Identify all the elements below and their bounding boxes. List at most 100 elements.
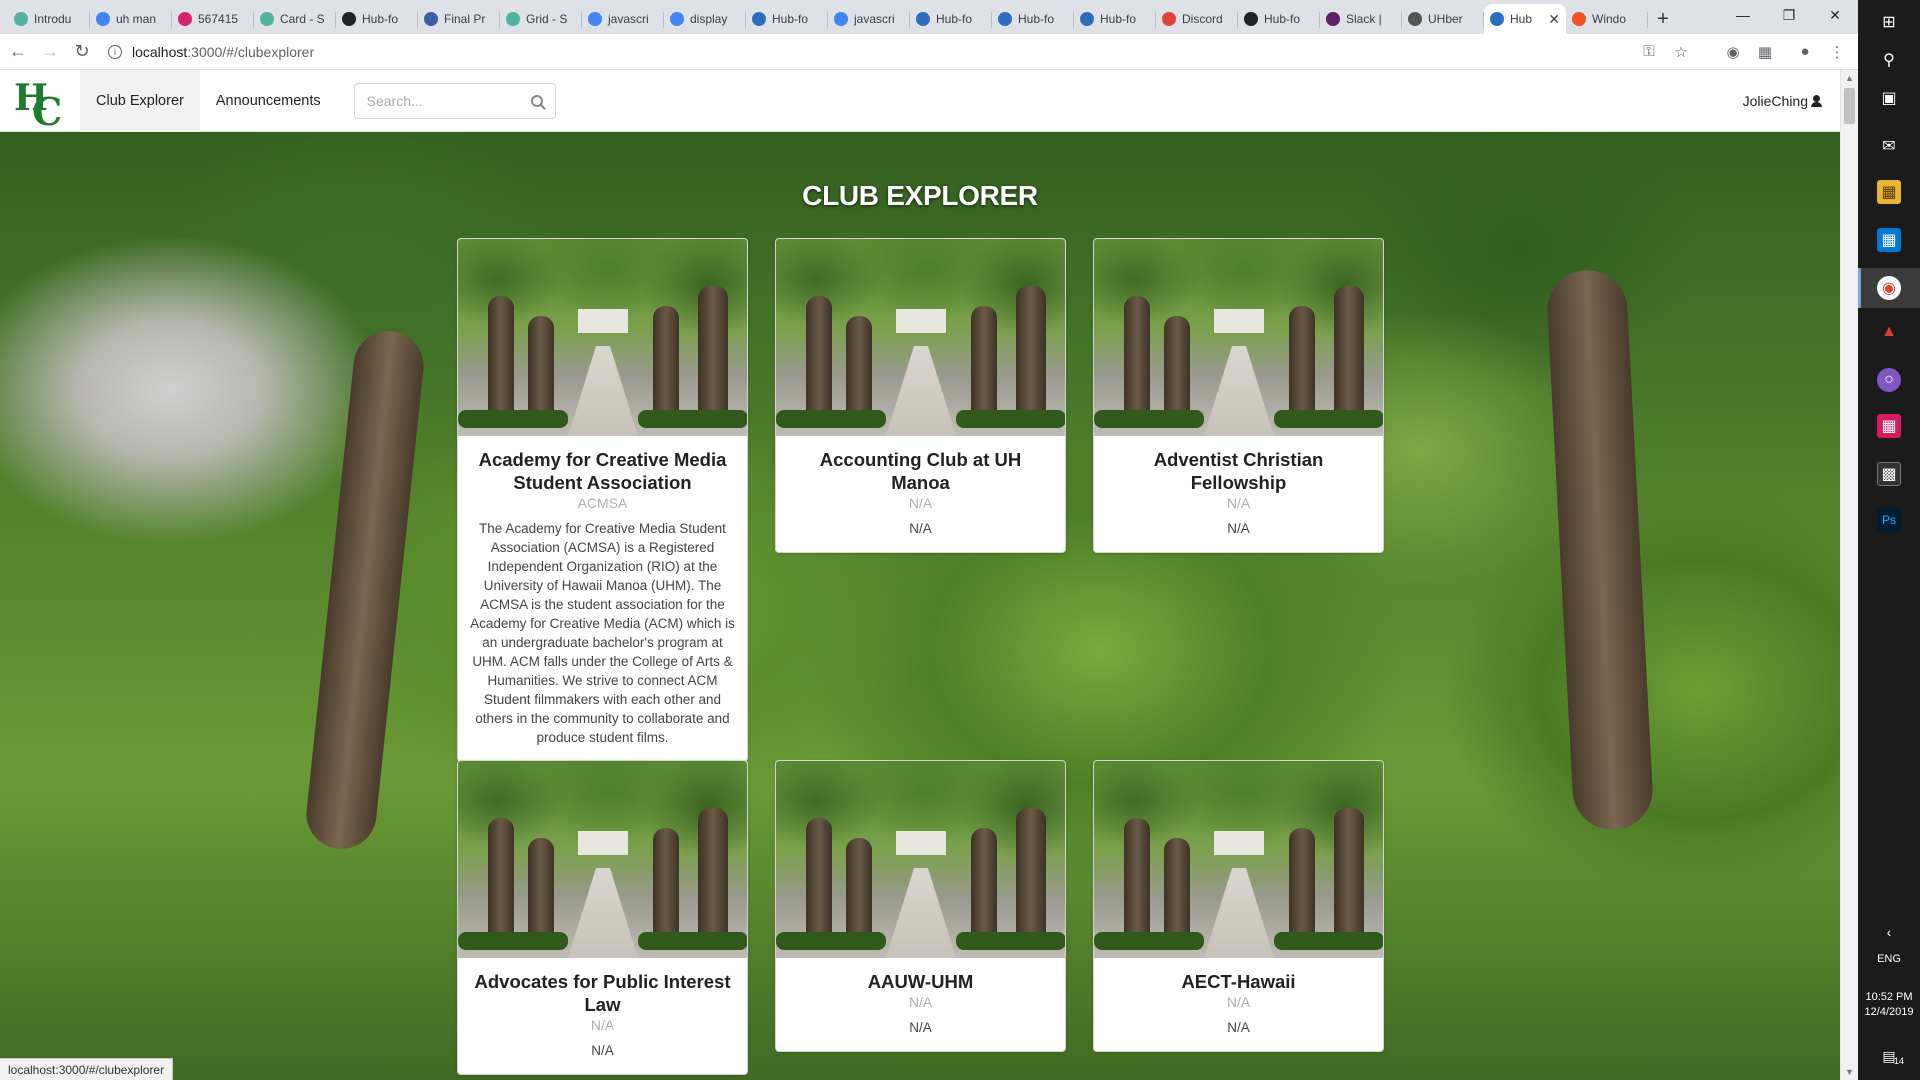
clock-time[interactable]: 10:52 PM: [1858, 990, 1920, 1005]
logo[interactable]: H C: [0, 70, 80, 134]
mail-icon[interactable]: ✉: [1877, 134, 1901, 158]
app-icon[interactable]: ○: [1877, 368, 1901, 392]
nav-announcements[interactable]: Announcements: [200, 70, 337, 132]
image-building: [896, 831, 946, 855]
browser-tab[interactable]: Hub-fo: [992, 4, 1074, 34]
site-info-icon[interactable]: i: [108, 44, 122, 59]
club-name[interactable]: Academy for Creative Media Student Assoc…: [470, 448, 735, 494]
club-card[interactable]: AECT-Hawaii N/A N/A: [1093, 760, 1384, 1052]
tab-label: Hub: [1510, 12, 1533, 26]
maximize-button[interactable]: ❐: [1766, 0, 1812, 30]
browser-tab[interactable]: Windo: [1566, 4, 1648, 34]
windows-start-icon[interactable]: ⊞: [1877, 10, 1901, 34]
minimize-button[interactable]: —: [1720, 0, 1766, 30]
reload-icon[interactable]: ↻: [68, 38, 96, 66]
browser-tab[interactable]: Introdu: [8, 4, 90, 34]
image-hedge: [776, 410, 886, 428]
page-scrollbar[interactable]: ▲ ▼: [1840, 70, 1858, 1080]
search-icon[interactable]: ⚲: [1877, 48, 1901, 72]
club-name[interactable]: Accounting Club at UH Manoa: [788, 448, 1053, 494]
scroll-thumb[interactable]: [1844, 88, 1855, 124]
browser-tab[interactable]: display: [664, 4, 746, 34]
new-tab-button[interactable]: +: [1648, 4, 1678, 34]
browser-tab[interactable]: javascri: [828, 4, 910, 34]
club-acronym: N/A: [590, 1017, 615, 1033]
image-tree: [1289, 306, 1315, 416]
app-icon[interactable]: ▲: [1877, 320, 1901, 344]
browser-tab[interactable]: Card - S: [254, 4, 336, 34]
tab-favicon-icon: [1408, 12, 1422, 26]
search-input[interactable]: Search...: [353, 82, 556, 119]
search-icon[interactable]: [530, 94, 543, 107]
back-icon[interactable]: ←: [4, 38, 32, 66]
photoshop-icon[interactable]: Ps: [1877, 508, 1901, 532]
browser-tab[interactable]: Hub-fo: [910, 4, 992, 34]
club-card[interactable]: Adventist Christian Fellowship N/A N/A: [1093, 238, 1384, 553]
club-card[interactable]: Accounting Club at UH Manoa N/A N/A: [775, 238, 1066, 553]
tab-label: display: [690, 12, 728, 26]
club-name[interactable]: AAUW-UHM: [788, 970, 1053, 993]
user-menu[interactable]: JolieChing: [1743, 93, 1822, 109]
store-icon[interactable]: ▦: [1877, 228, 1901, 252]
input-language[interactable]: ENG: [1858, 952, 1920, 967]
club-card-image: [1094, 239, 1383, 436]
browser-tab[interactable]: Slack |: [1320, 4, 1402, 34]
address-bar: ← → ↻ i localhost:3000/#/clubexplorer ⚿ …: [0, 34, 1858, 70]
close-tab-icon[interactable]: ✕: [1548, 11, 1560, 28]
club-card[interactable]: Academy for Creative Media Student Assoc…: [457, 238, 748, 762]
tray-chevron-icon[interactable]: ‹: [1877, 920, 1901, 944]
club-name[interactable]: Adventist Christian Fellowship: [1106, 448, 1371, 494]
intellij-icon[interactable]: ▦: [1877, 414, 1901, 438]
browser-tab[interactable]: uh man: [90, 4, 172, 34]
tab-label: Hub-fo: [936, 12, 973, 26]
scroll-up-icon[interactable]: ▲: [1841, 70, 1858, 86]
club-acronym: N/A: [908, 495, 933, 511]
profile-avatar[interactable]: ●: [1796, 43, 1814, 60]
key-icon[interactable]: ⚿: [1640, 43, 1658, 60]
club-card-body: AECT-Hawaii N/A N/A: [1094, 958, 1383, 1051]
club-name[interactable]: AECT-Hawaii: [1106, 970, 1371, 993]
club-card[interactable]: AAUW-UHM N/A N/A: [775, 760, 1066, 1052]
browser-tab[interactable]: Final Pr: [418, 4, 500, 34]
scroll-down-icon[interactable]: ▼: [1841, 1064, 1858, 1080]
browser-tab[interactable]: Grid - S: [500, 4, 582, 34]
tab-favicon-icon: [178, 12, 192, 26]
star-icon[interactable]: ☆: [1672, 43, 1690, 61]
clock-date[interactable]: 12/4/2019: [1858, 1005, 1920, 1020]
image-path: [886, 346, 956, 436]
extension-icon[interactable]: ▦: [1756, 43, 1774, 61]
chrome-icon[interactable]: ◉: [1877, 276, 1901, 300]
browser-tab[interactable]: Hub-fo: [1238, 4, 1320, 34]
browser-tab[interactable]: Hub-fo: [336, 4, 418, 34]
club-card[interactable]: Advocates for Public Interest Law N/A N/A: [457, 760, 748, 1075]
terminal-icon[interactable]: ▩: [1877, 462, 1901, 486]
extension-icon[interactable]: ◉: [1724, 43, 1742, 61]
nav-club-explorer[interactable]: Club Explorer: [80, 70, 200, 132]
tab-favicon-icon: [14, 12, 28, 26]
club-name[interactable]: Advocates for Public Interest Law: [470, 970, 735, 1016]
tab-favicon-icon: [424, 12, 438, 26]
url-field[interactable]: i localhost:3000/#/clubexplorer: [108, 38, 1640, 66]
tab-favicon-icon: [1326, 12, 1340, 26]
club-acronym: ACMSA: [577, 495, 628, 511]
browser-tab[interactable]: UHber: [1402, 4, 1484, 34]
file-explorer-icon[interactable]: ▦: [1877, 180, 1901, 204]
tab-label: Grid - S: [526, 12, 568, 26]
menu-icon[interactable]: ⋮: [1828, 43, 1846, 61]
image-hedge: [458, 932, 568, 950]
browser-tab[interactable]: Hub ✕: [1484, 4, 1566, 34]
close-window-button[interactable]: ✕: [1812, 0, 1858, 30]
image-hedge: [1094, 410, 1204, 428]
task-view-icon[interactable]: ▣: [1877, 86, 1901, 110]
browser-tab[interactable]: javascri: [582, 4, 664, 34]
browser-tab[interactable]: Discord: [1156, 4, 1238, 34]
browser-tab[interactable]: Hub-fo: [1074, 4, 1156, 34]
image-tree: [528, 316, 554, 416]
tab-favicon-icon: [670, 12, 684, 26]
image-building: [578, 309, 628, 333]
forward-icon[interactable]: →: [36, 38, 64, 66]
image-tree: [1289, 828, 1315, 938]
browser-tab-strip: Introdu uh man 567415 Card - S Hub-fo Final P…: [0, 0, 1858, 34]
browser-tab[interactable]: 567415: [172, 4, 254, 34]
browser-tab[interactable]: Hub-fo: [746, 4, 828, 34]
